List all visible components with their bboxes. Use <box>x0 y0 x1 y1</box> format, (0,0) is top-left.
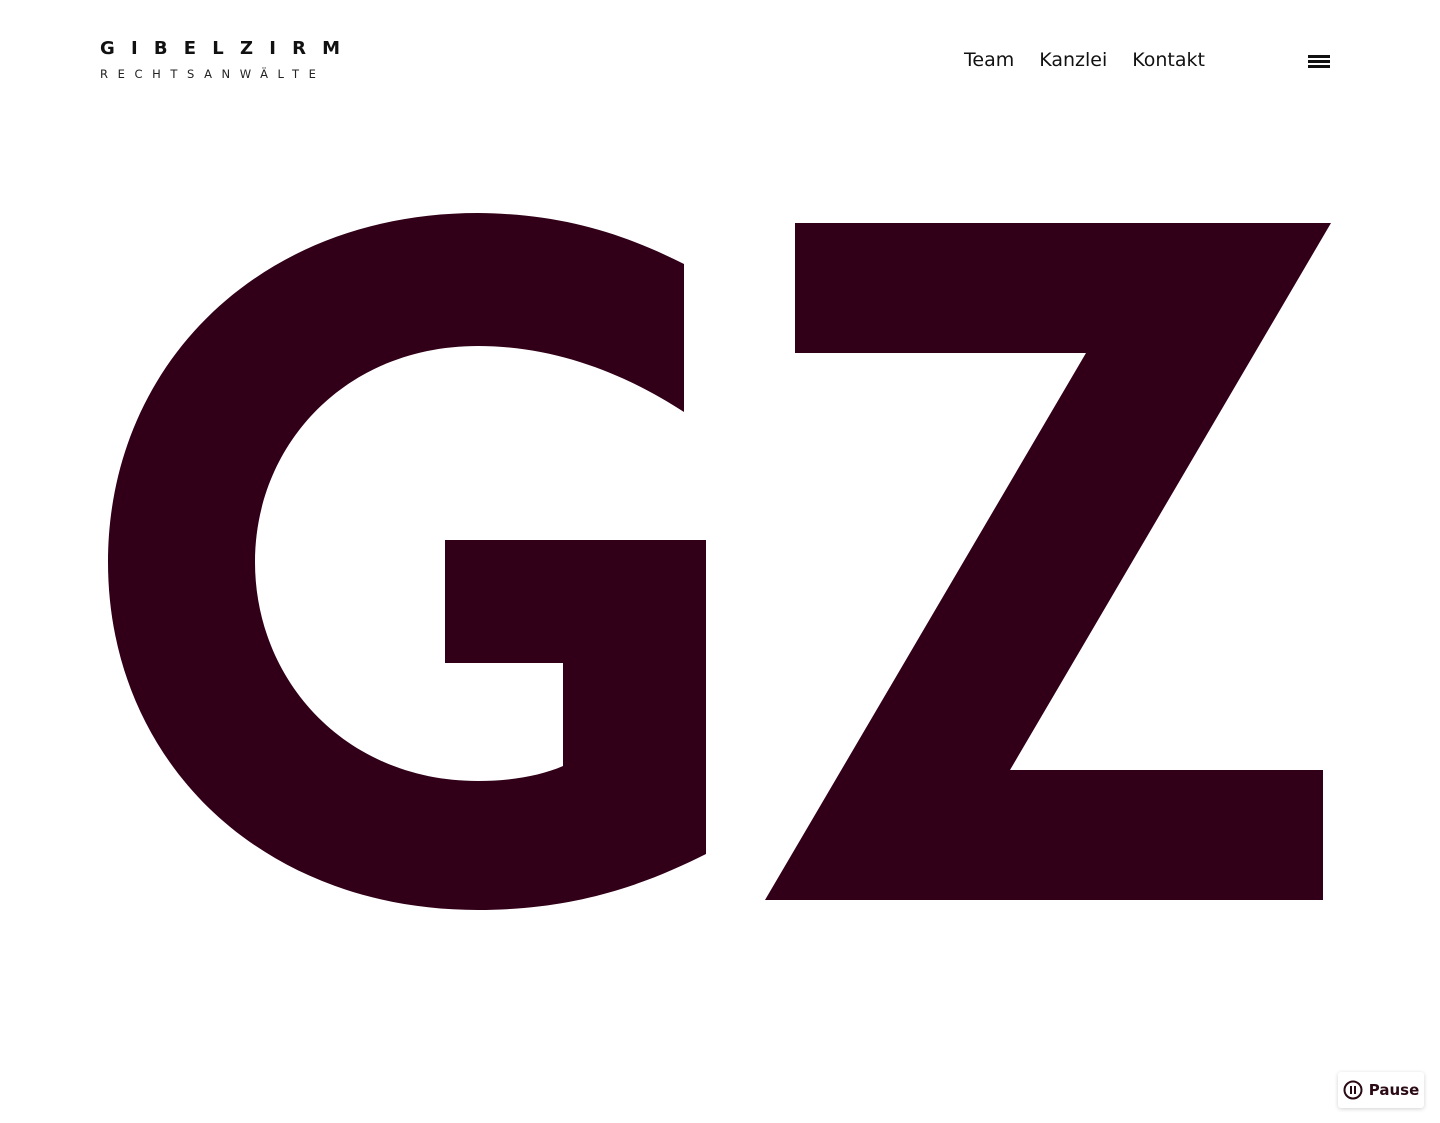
main-nav: Team Kanzlei Kontakt <box>964 48 1205 72</box>
pause-icon <box>1343 1080 1363 1100</box>
pause-button[interactable]: Pause <box>1338 1072 1424 1108</box>
menu-bar <box>1308 60 1330 63</box>
hamburger-menu-icon[interactable] <box>1306 51 1332 71</box>
pause-label: Pause <box>1368 1081 1420 1099</box>
page: GZ GIBELZIRM RECHTSANWÄLTE Team Kanzlei … <box>0 0 1440 1123</box>
letter-z <box>765 223 1331 900</box>
gz-monogram: GZ <box>108 213 1331 910</box>
menu-bar <box>1308 65 1330 68</box>
site-logo[interactable]: GIBELZIRM RECHTSANWÄLTE <box>100 38 357 81</box>
menu-bar <box>1308 55 1330 58</box>
letter-g <box>108 213 706 910</box>
logo-subtitle: RECHTSANWÄLTE <box>100 67 326 81</box>
nav-link-kontakt[interactable]: Kontakt <box>1132 48 1205 72</box>
nav-link-team[interactable]: Team <box>964 48 1014 72</box>
nav-link-kanzlei[interactable]: Kanzlei <box>1039 48 1107 72</box>
logo-name: GIBELZIRM <box>100 38 357 59</box>
